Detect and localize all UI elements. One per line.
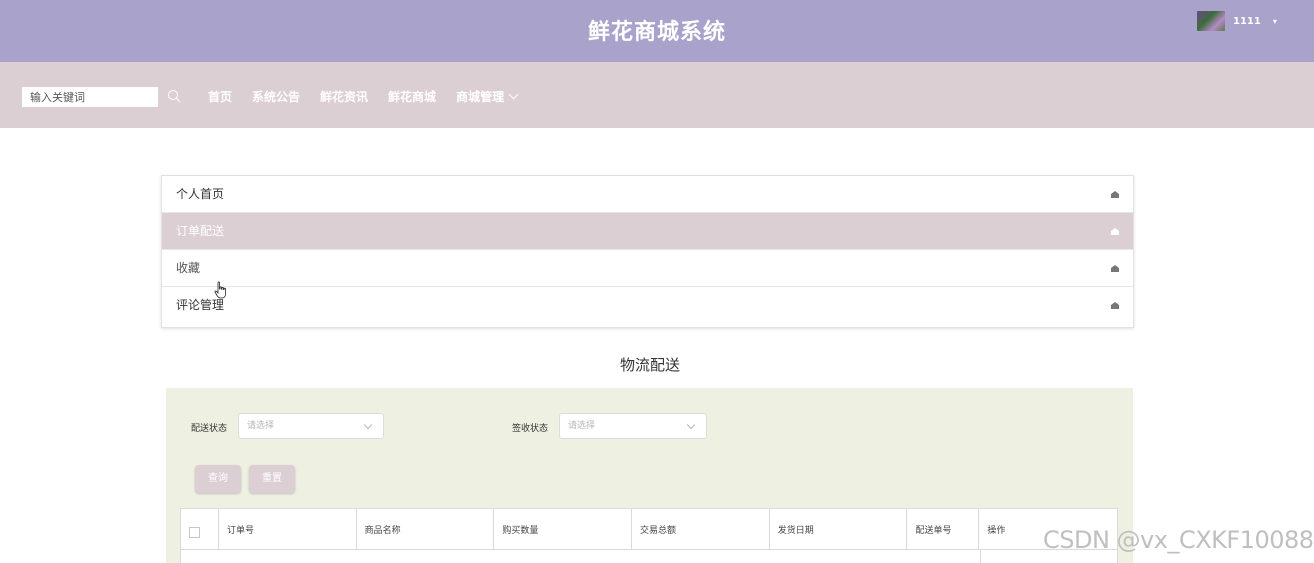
column-header: 购买数量 xyxy=(494,509,633,549)
menu-item-order-delivery[interactable]: 订单配送 xyxy=(162,213,1133,250)
column-header: 商品名称 xyxy=(357,509,495,549)
menu-item-personal-home[interactable]: 个人首页 xyxy=(162,176,1133,213)
home-icon xyxy=(1111,228,1119,235)
nav-link-home[interactable]: 首页 xyxy=(208,88,232,105)
watermark: CSDN @vx_CXKF10088 xyxy=(1043,526,1314,554)
chevron-down-icon xyxy=(363,420,373,430)
site-title: 鲜花商城系统 xyxy=(587,20,726,45)
menu-item-label: 订单配送 xyxy=(176,224,225,238)
reset-button[interactable]: 重置 xyxy=(249,465,295,493)
menu-item-favorites[interactable]: 收藏 xyxy=(162,250,1133,287)
delivery-status-placeholder: 请选择 xyxy=(247,421,275,431)
nav-link-announcements[interactable]: 系统公告 xyxy=(252,88,300,105)
column-header: 发货日期 xyxy=(770,509,908,549)
column-header: 订单号 xyxy=(219,509,357,549)
sign-status-placeholder: 请选择 xyxy=(568,421,596,431)
sign-status-label: 签收状态 xyxy=(512,424,549,434)
query-button[interactable]: 查询 xyxy=(195,465,241,493)
top-header: 鲜花商城系统 1111 ▾ xyxy=(0,0,1314,62)
nav-link-mall-management[interactable]: 商城管理 xyxy=(456,88,519,105)
chevron-down-icon xyxy=(508,89,519,100)
delivery-status-select[interactable]: 请选择 xyxy=(238,413,384,439)
nav-link-flower-news[interactable]: 鲜花资讯 xyxy=(320,88,368,105)
nav-links: 首页 系统公告 鲜花资讯 鲜花商城 商城管理 xyxy=(208,88,537,105)
user-center-menu: 个人首页 订单配送 收藏 评论管理 xyxy=(161,175,1134,328)
home-icon xyxy=(1111,265,1119,272)
home-icon xyxy=(1111,191,1119,198)
caret-down-icon[interactable]: ▾ xyxy=(1273,17,1277,26)
menu-item-label: 收藏 xyxy=(176,261,201,275)
chevron-down-icon xyxy=(686,420,696,430)
sign-status-select[interactable]: 请选择 xyxy=(559,413,707,439)
avatar[interactable] xyxy=(1197,11,1225,31)
menu-item-label: 个人首页 xyxy=(176,187,225,201)
home-icon xyxy=(1111,302,1119,309)
nav-bar xyxy=(0,62,1314,128)
delivery-status-label: 配送状态 xyxy=(191,424,228,434)
search-input[interactable] xyxy=(22,87,158,107)
table-header: 订单号 商品名称 购买数量 交易总额 发货日期 配送单号 操作 xyxy=(180,508,1118,550)
username[interactable]: 1111 xyxy=(1233,16,1261,27)
section-title: 物流配送 xyxy=(619,356,680,374)
column-header: 配送单号 xyxy=(907,509,980,549)
hand-cursor-icon xyxy=(214,281,226,299)
nav-link-mall-management-label: 商城管理 xyxy=(456,90,505,104)
select-all-cell xyxy=(181,509,219,549)
select-all-checkbox[interactable] xyxy=(189,527,200,538)
user-menu[interactable]: 1111 ▾ xyxy=(1197,10,1277,32)
table-body xyxy=(180,550,1118,563)
search-icon[interactable] xyxy=(167,89,182,104)
menu-item-comment-management[interactable]: 评论管理 xyxy=(162,287,1133,324)
nav-link-flower-mall[interactable]: 鲜花商城 xyxy=(388,88,436,105)
column-header: 交易总额 xyxy=(632,509,770,549)
column-divider xyxy=(980,550,981,563)
